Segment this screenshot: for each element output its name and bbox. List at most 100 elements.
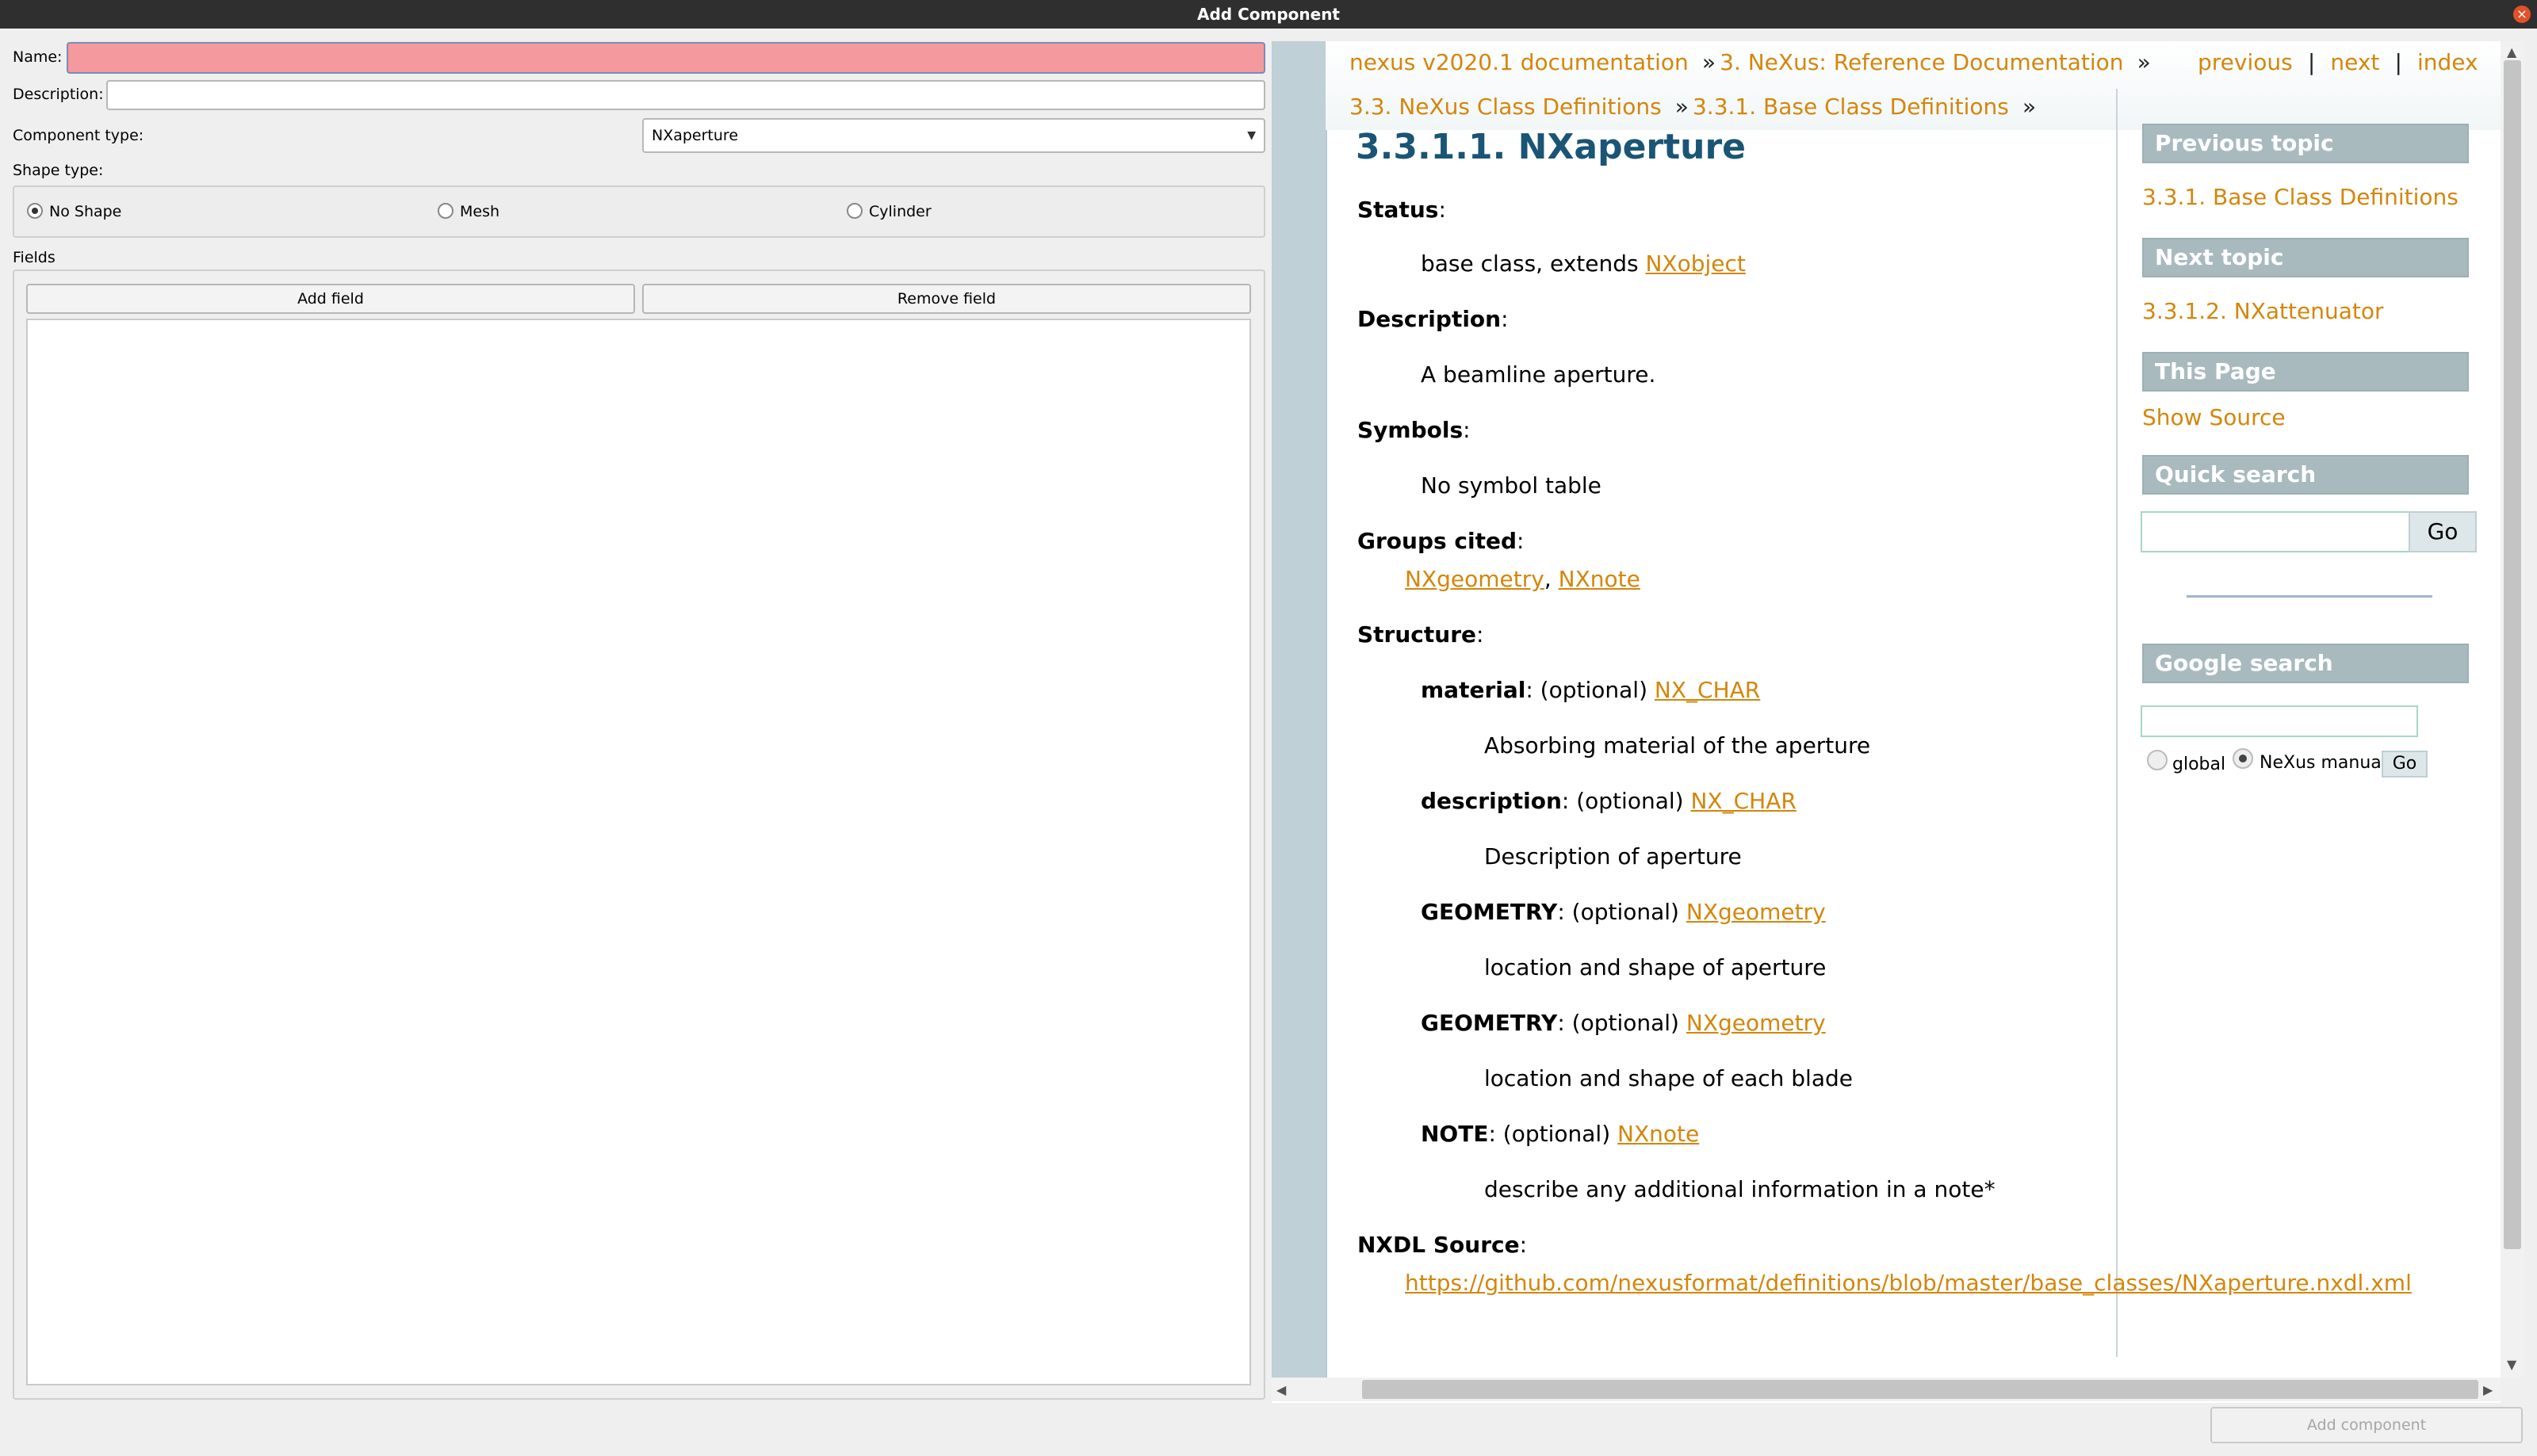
structure-item-type-link[interactable]: NXnote [1617, 1121, 1699, 1147]
radio-mesh[interactable] [438, 203, 453, 219]
crumb-base-class-definitions[interactable]: 3.3.1. Base Class Definitions [1693, 94, 2009, 120]
previous-link[interactable]: previous [2198, 49, 2293, 75]
show-source-link[interactable]: Show Source [2142, 404, 2286, 430]
add-component-button[interactable]: Add component [2210, 1407, 2523, 1443]
radio-global-label[interactable]: global [2172, 755, 2225, 774]
symbols-text: No symbol table [1421, 472, 1601, 499]
structure-item-optional: : (optional) [1525, 677, 1648, 703]
groups-heading: Groups cited: [1357, 528, 1525, 554]
structure-item: GEOMETRY: (optional) NXgeometry [1421, 899, 1826, 925]
structure-item-doc: Description of aperture [1484, 843, 1742, 869]
radio-cylinder-label[interactable]: Cylinder [869, 203, 932, 220]
structure-label: Structure [1357, 621, 1477, 648]
scroll-right-icon[interactable]: ▶ [2483, 1382, 2493, 1397]
crumb-separator: » [2137, 49, 2151, 75]
structure-item-doc: location and shape of each blade [1484, 1065, 1853, 1091]
description-text: A beamline aperture. [1421, 361, 1656, 388]
structure-heading: Structure: [1357, 621, 1484, 648]
group-link-nxgeometry[interactable]: NXgeometry [1405, 566, 1544, 592]
scroll-left-icon[interactable]: ◀ [1276, 1382, 1286, 1397]
structure-item: description: (optional) NX_CHAR [1421, 788, 1797, 814]
status-label: Status [1357, 197, 1439, 223]
vertical-scroll-thumb[interactable] [2504, 60, 2521, 1249]
crumb-separator: » [1674, 94, 1689, 120]
nav-pipe: | [2394, 49, 2402, 75]
doc-left-strip [1272, 41, 1326, 1378]
next-topic-heading: Next topic [2142, 238, 2469, 277]
structure-item-doc: location and shape of aperture [1484, 954, 1827, 980]
structure-item: GEOMETRY: (optional) NXgeometry [1421, 1010, 1826, 1036]
breadcrumb: nexus v2020.1 documentation » 3. NeXus: … [1349, 49, 2151, 75]
description-label: Description: [13, 86, 104, 103]
structure-item: material: (optional) NX_CHAR [1421, 677, 1760, 703]
symbols-heading: Symbols: [1357, 417, 1471, 443]
fields-list[interactable] [26, 319, 1251, 1385]
crumb-separator: » [2022, 94, 2037, 120]
structure-item-optional: : (optional) [1488, 1121, 1611, 1147]
previous-topic-link[interactable]: 3.3.1. Base Class Definitions [2142, 184, 2459, 210]
nav-pipe: | [2307, 49, 2316, 75]
groups-label: Groups cited [1357, 528, 1517, 554]
page-title: 3.3.1.1. NXaperture [1356, 127, 1747, 167]
structure-item-optional: : (optional) [1557, 899, 1679, 925]
google-search-go-button[interactable]: Go [2382, 751, 2428, 778]
crumb-documentation[interactable]: nexus v2020.1 documentation [1349, 49, 1689, 75]
fields-label: Fields [13, 249, 55, 266]
structure-item-name: description [1421, 788, 1562, 814]
shape-type-label: Shape type: [13, 162, 104, 179]
google-search-input[interactable] [2141, 705, 2418, 737]
structure-item-type-link[interactable]: NX_CHAR [1655, 677, 1760, 703]
scroll-up-icon[interactable]: ▲ [2507, 44, 2516, 59]
status-heading: Status: [1357, 197, 1446, 223]
radio-global[interactable] [2147, 750, 2168, 770]
scroll-down-icon[interactable]: ▼ [2507, 1357, 2516, 1372]
component-type-select[interactable]: NXaperture ▼ [642, 118, 1265, 153]
groups-list: NXgeometry, NXnote [1405, 566, 1640, 592]
radio-no-shape-label[interactable]: No Shape [49, 203, 121, 220]
sidebar-divider-line [2187, 595, 2432, 598]
structure-item-doc: describe any additional information in a… [1484, 1176, 1996, 1202]
radio-nexus-manual[interactable] [2233, 748, 2253, 769]
nxobject-link[interactable]: NXobject [1645, 250, 1745, 277]
quick-search-input[interactable] [2141, 511, 2410, 552]
nxdl-source-link[interactable]: https://github.com/nexusformat/definitio… [1405, 1270, 2412, 1296]
breadcrumb-row2: 3.3. NeXus Class Definitions » 3.3.1. Ba… [1349, 94, 2036, 120]
remove-field-button[interactable]: Remove field [642, 284, 1251, 314]
structure-item-type-link[interactable]: NXgeometry [1686, 1010, 1826, 1036]
description-heading: Description: [1357, 306, 1509, 332]
crumb-reference[interactable]: 3. NeXus: Reference Documentation [1720, 49, 2123, 75]
previous-topic-heading: Previous topic [2142, 124, 2469, 163]
structure-item-type-link[interactable]: NX_CHAR [1690, 788, 1796, 814]
structure-item-optional: : (optional) [1557, 1010, 1679, 1036]
index-link[interactable]: index [2417, 49, 2478, 75]
quick-search-go-button[interactable]: Go [2409, 511, 2477, 552]
nxdl-label: NXDL Source [1357, 1232, 1520, 1258]
status-text: base class, extends NXobject [1421, 250, 1746, 277]
window-title: Add Component [1197, 5, 1340, 24]
next-link[interactable]: next [2330, 49, 2379, 75]
description-input[interactable] [106, 80, 1265, 110]
radio-mesh-label[interactable]: Mesh [460, 203, 499, 220]
close-icon[interactable]: × [2513, 6, 2531, 23]
name-label: Name: [13, 48, 63, 66]
structure-item-type-link[interactable]: NXgeometry [1686, 899, 1826, 925]
radio-no-shape[interactable] [27, 203, 43, 219]
chevron-down-icon: ▼ [1247, 129, 1256, 142]
add-field-button[interactable]: Add field [26, 284, 635, 314]
next-topic-link[interactable]: 3.3.1.2. NXattenuator [2142, 298, 2384, 324]
name-input[interactable] [67, 42, 1265, 74]
crumb-class-definitions[interactable]: 3.3. NeXus Class Definitions [1349, 94, 1662, 120]
radio-cylinder[interactable] [847, 203, 863, 219]
radio-nexus-manual-label[interactable]: NeXus manual [2260, 753, 2386, 773]
group-link-nxnote[interactable]: NXnote [1559, 566, 1640, 592]
symbols-label: Symbols [1357, 417, 1464, 443]
component-type-value: NXaperture [652, 127, 739, 144]
status-prefix: base class, extends [1421, 250, 1639, 277]
structure-item-name: GEOMETRY [1421, 1010, 1558, 1036]
structure-item-name: NOTE [1421, 1121, 1489, 1147]
structure-item-name: GEOMETRY [1421, 899, 1558, 925]
horizontal-scroll-thumb[interactable] [1362, 1380, 2478, 1399]
structure-item-name: material [1421, 677, 1526, 703]
description-label-doc: Description [1357, 306, 1502, 332]
this-page-heading: This Page [2142, 352, 2469, 392]
